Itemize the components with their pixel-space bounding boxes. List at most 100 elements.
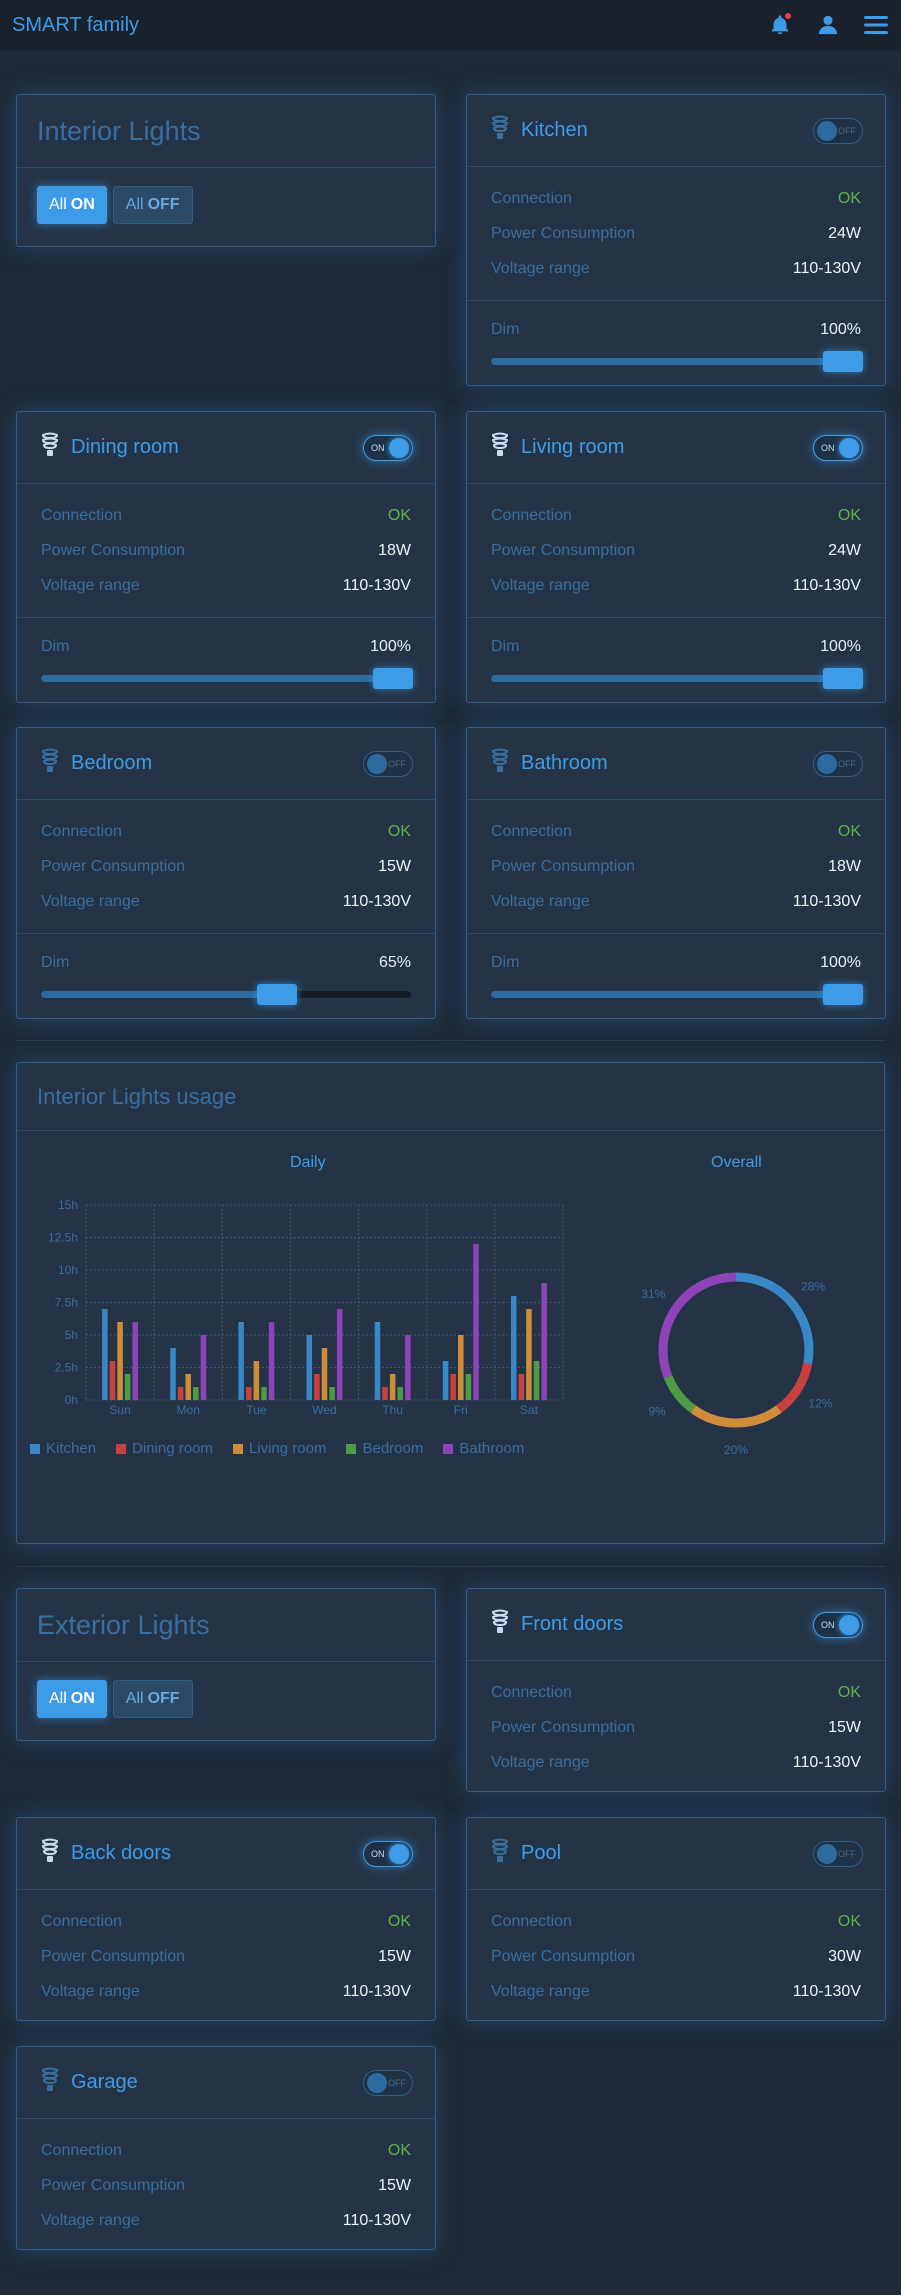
donut-label: 28%	[801, 1279, 825, 1293]
bulb-icon	[39, 2066, 61, 2099]
room-card-garage: Garage OFF Connection OK Power Consumpti…	[16, 2046, 436, 2250]
power-row: Power Consumption 24W	[491, 216, 861, 251]
connection-value: OK	[837, 822, 861, 840]
connection-row: Connection OK	[491, 814, 861, 849]
legend-label: Dining room	[132, 1440, 213, 1457]
toggle-knob	[817, 1843, 837, 1864]
x-tick-label: Sun	[109, 1403, 130, 1417]
legend-item[interactable]: Kitchen	[30, 1440, 96, 1457]
toggle-knob	[367, 2072, 387, 2093]
stat-label: Connection	[41, 1912, 122, 1930]
dim-slider[interactable]	[491, 662, 863, 692]
dim-label: Dim	[41, 638, 70, 655]
user-icon[interactable]	[815, 12, 841, 38]
notification-dot	[785, 13, 791, 19]
legend-item[interactable]: Dining room	[116, 1440, 213, 1457]
slider-handle[interactable]	[823, 668, 863, 689]
slider-fill	[491, 991, 843, 998]
all-off-button[interactable]: All OFF	[112, 186, 193, 224]
voltage-value: 110-130V	[342, 576, 411, 594]
power-toggle[interactable]: ON	[813, 434, 863, 461]
bar-bedroom	[193, 1387, 199, 1400]
bar-bedroom	[124, 1374, 131, 1400]
legend-item[interactable]: Bedroom	[346, 1440, 423, 1457]
bell-icon[interactable]	[767, 12, 793, 38]
power-value: 30W	[828, 1947, 861, 1965]
dim-slider[interactable]	[41, 662, 413, 692]
bar-living	[117, 1322, 123, 1400]
button-label: All	[125, 1690, 144, 1707]
power-toggle[interactable]: OFF	[813, 1840, 863, 1867]
y-tick-label: 2.5h	[55, 1361, 78, 1375]
dim-value: 100%	[820, 954, 861, 971]
connection-row: Connection OK	[491, 1904, 861, 1939]
bar-bathroom	[132, 1322, 139, 1400]
room-card-bathroom: Bathroom OFF Connection OK Power Consump…	[466, 727, 886, 1019]
bar-bathroom	[541, 1283, 547, 1400]
dim-value: 100%	[370, 638, 411, 655]
bar-kitchen	[306, 1335, 313, 1400]
bar-kitchen	[374, 1322, 381, 1400]
slider-handle[interactable]	[823, 984, 863, 1005]
bar-bedroom	[533, 1361, 540, 1400]
toggle-label: OFF	[838, 125, 856, 136]
slider-handle[interactable]	[823, 351, 863, 372]
power-toggle[interactable]: ON	[363, 434, 413, 461]
power-value: 24W	[828, 224, 861, 242]
legend-swatch	[232, 1443, 243, 1454]
dim-label: Dim	[491, 321, 520, 338]
x-tick-label: Sat	[520, 1403, 539, 1417]
power-value: 15W	[828, 1718, 861, 1736]
room-card-living: Living room ON Connection OK Power Consu…	[466, 411, 886, 703]
power-toggle[interactable]: ON	[813, 1611, 863, 1638]
power-toggle[interactable]: OFF	[813, 117, 863, 144]
bar-bathroom	[473, 1244, 479, 1400]
dim-row: Dim 100%	[491, 948, 861, 978]
power-toggle[interactable]: ON	[363, 1840, 413, 1867]
bar-kitchen	[510, 1296, 517, 1400]
bar-bathroom	[405, 1335, 411, 1400]
bar-kitchen	[102, 1309, 108, 1400]
dim-slider[interactable]	[491, 978, 863, 1008]
voltage-value: 110-130V	[792, 1982, 861, 2000]
menu-icon[interactable]	[863, 12, 889, 38]
chart-legend: Kitchen Dining room Living room Bedroom Bath…	[30, 1440, 530, 1457]
connection-value: OK	[387, 1912, 411, 1930]
power-toggle[interactable]: OFF	[363, 2069, 413, 2096]
stat-label: Power Consumption	[491, 1947, 636, 1965]
stat-label: Power Consumption	[41, 1947, 186, 1965]
power-toggle[interactable]: OFF	[363, 750, 413, 777]
power-value: 18W	[828, 857, 861, 875]
connection-row: Connection OK	[41, 2133, 411, 2168]
all-off-button[interactable]: All OFF	[112, 1680, 193, 1718]
dim-slider[interactable]	[41, 978, 411, 1008]
legend-label: Kitchen	[46, 1440, 97, 1457]
bar-dining	[109, 1361, 116, 1400]
dim-slider[interactable]	[491, 345, 863, 375]
legend-item[interactable]: Living room	[232, 1440, 326, 1457]
all-on-button[interactable]: All ON	[37, 1680, 107, 1718]
donut-label: 12%	[808, 1397, 832, 1411]
app-title[interactable]: SMART family	[12, 14, 139, 37]
y-tick-label: 15h	[58, 1198, 78, 1212]
bar-dining	[450, 1374, 456, 1400]
voltage-row: Voltage range 110-130V	[491, 251, 861, 286]
power-row: Power Consumption 15W	[41, 1939, 411, 1974]
x-tick-label: Fri	[454, 1403, 468, 1417]
slider-fill	[491, 675, 843, 682]
all-on-button[interactable]: All ON	[37, 186, 107, 224]
power-toggle[interactable]: OFF	[813, 750, 863, 777]
bar-bathroom	[200, 1335, 207, 1400]
room-card-pool: Pool OFF Connection OK Power Consumption…	[466, 1817, 886, 2021]
room-card-back: Back doors ON Connection OK Power Consum…	[16, 1817, 436, 2021]
slider-handle[interactable]	[373, 668, 413, 689]
power-row: Power Consumption 15W	[491, 1710, 861, 1745]
slider-handle[interactable]	[257, 984, 297, 1005]
dim-value: 100%	[820, 638, 861, 655]
stat-label: Connection	[491, 1683, 572, 1701]
toggle-label: OFF	[388, 2077, 406, 2088]
legend-label: Bedroom	[362, 1440, 424, 1457]
room-name: Garage	[71, 2071, 138, 2093]
legend-item[interactable]: Bathroom	[443, 1440, 524, 1457]
y-tick-label: 10h	[58, 1263, 78, 1277]
